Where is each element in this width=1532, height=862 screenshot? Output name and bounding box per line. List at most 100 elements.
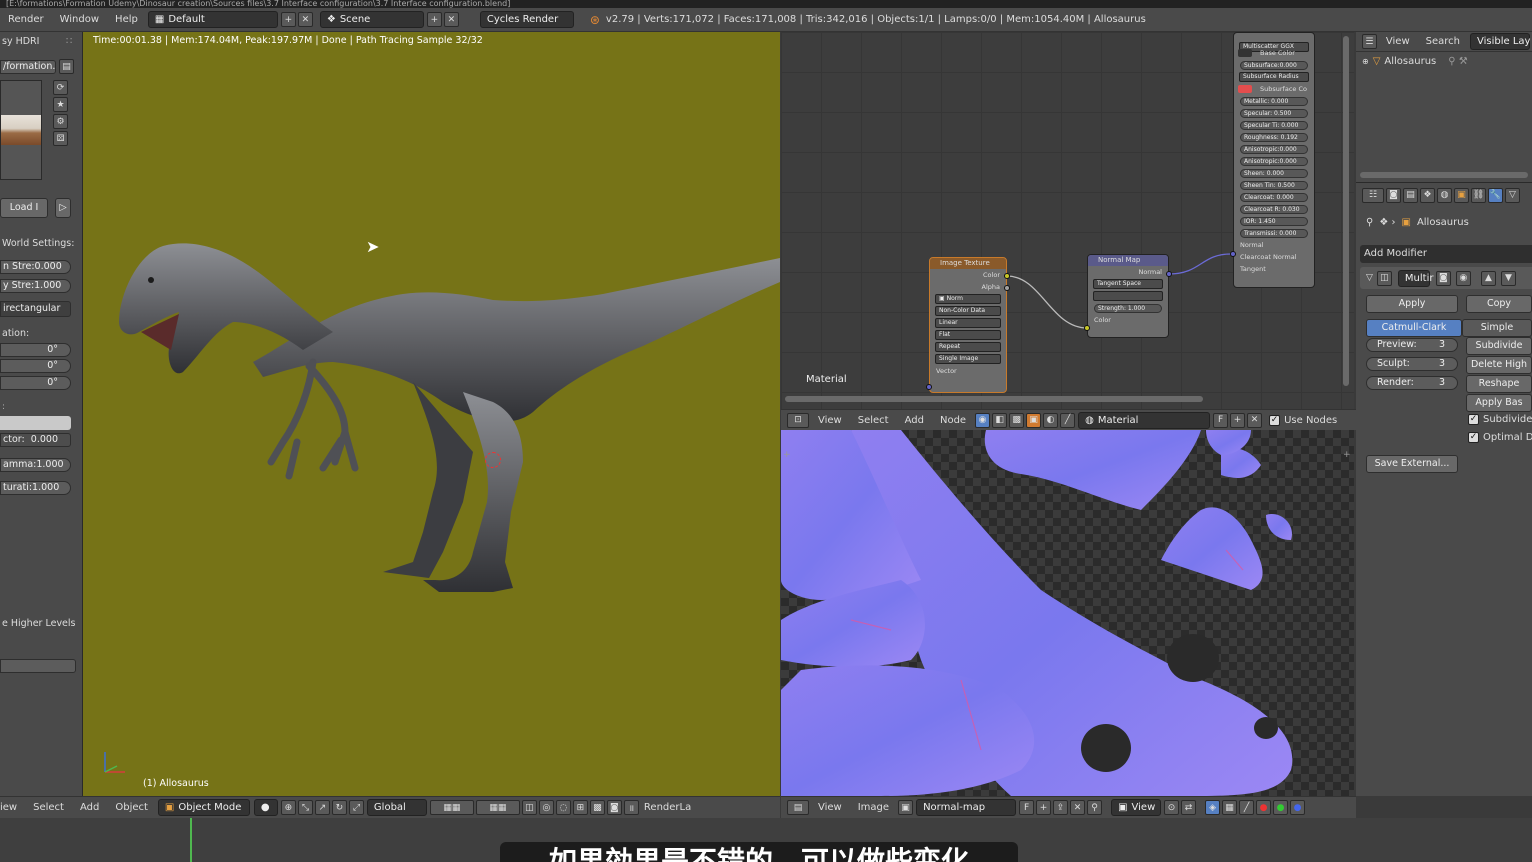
shader-nodes-icon[interactable]: ◉ [975,412,991,428]
outliner-row[interactable]: ⊕ ▽ Allosaurus ⚲ ⚒ [1362,56,1468,67]
specular-field[interactable]: Specular: 0.500 [1240,108,1308,118]
world-shader-icon[interactable]: ◐ [1043,412,1059,428]
saturation-field[interactable]: turati: 1.000 [0,481,71,495]
hdri-preview[interactable] [0,80,42,180]
new-image-button[interactable]: + [1036,800,1052,815]
text-field[interactable] [0,659,76,673]
factor-field[interactable]: ctor: 0.000 [0,433,71,447]
node-menu-add[interactable]: Add [897,415,932,426]
use-nodes-checkbox[interactable]: ✓ [1269,414,1281,426]
modifiers-tab-icon[interactable]: 🔧 [1488,187,1503,203]
normal-input-socket[interactable] [1230,251,1236,257]
subdivide-uvs-option[interactable]: ✓Subdivide U [1468,414,1532,425]
apply-button[interactable]: Apply [1366,295,1458,313]
roughness-field[interactable]: Roughness: 0.192 [1240,132,1308,142]
image-editor[interactable]: + + [781,430,1354,796]
sculpt-levels-field[interactable]: Sculpt: 3 [1366,357,1458,371]
sync-icon[interactable]: ⇄ [1181,800,1197,815]
subsurface-radius-select[interactable]: Subsurface Radius [1239,72,1309,82]
texture-nodes-icon[interactable]: ▩ [1009,412,1025,428]
3d-cursor-icon[interactable] [485,452,501,468]
line-style-icon[interactable]: ╱ [1060,412,1076,428]
menu-select[interactable]: Select [25,802,72,813]
layers-grid2-icon[interactable]: ▦▦ [475,800,520,815]
drag-grip-icon[interactable]: ∷ [66,36,72,47]
collapse-arrow-icon[interactable]: ▽ [1366,273,1373,283]
menu-window[interactable]: Window [52,14,107,25]
save-external-button[interactable]: Save External... [1366,455,1458,473]
rotate-icon[interactable]: ↻ [331,800,347,815]
add-layout-button[interactable]: + [280,12,296,27]
region-toggle-icon[interactable]: + [783,450,791,460]
image-name-field[interactable]: /formation... [0,60,56,74]
reshape-button[interactable]: Reshape [1466,375,1532,393]
outliner-menu-search[interactable]: Search [1418,36,1468,47]
unlink-image-button[interactable]: ✕ [1070,800,1086,815]
move-up-icon[interactable]: ▲ [1480,270,1496,286]
constraints-tab-icon[interactable]: ⛓ [1471,187,1486,203]
render-icon[interactable]: ▩ [589,800,605,815]
sheen-field[interactable]: Sheen: 0.000 [1240,168,1308,178]
scene-select[interactable]: ❖ Scene [319,11,424,28]
apply-base-button[interactable]: Apply Bas [1466,394,1532,412]
material-select[interactable]: ◍ Material [1078,411,1211,429]
uv-map-select[interactable] [1093,291,1163,301]
object-shader-icon[interactable]: ▣ [1026,412,1042,428]
image-name-field[interactable]: Normal-map [916,799,1017,816]
pin-context-icon[interactable]: ⚲ [1366,217,1373,228]
layers-grid-icon[interactable]: ▦▦ [429,800,474,815]
strength-field[interactable]: Strength: 1.000 [1094,303,1162,313]
subsurface-field[interactable]: Subsurface:0.000 [1240,60,1308,70]
vertical-scrollbar[interactable] [1343,36,1349,386]
region-toggle-right-icon[interactable]: + [1343,450,1351,460]
sky-strength-field[interactable]: y Stre: 1.000 [0,279,71,293]
projection-select[interactable]: Flat [935,330,1001,340]
manipulator-icon[interactable]: ⤡ [297,800,313,815]
normal-output-socket[interactable] [1166,271,1172,277]
open-image-button[interactable]: ⇪ [1053,800,1069,815]
world-tab-icon[interactable]: ◍ [1437,187,1452,203]
base-color-swatch[interactable] [1238,49,1252,57]
pin-icon[interactable]: ⚲ [1087,800,1103,815]
outliner-type-icon[interactable]: ☰ [1362,34,1377,49]
catmull-clark-button[interactable]: Catmull-Clark [1366,319,1462,337]
subdivide-button[interactable]: Subdivide [1466,337,1532,355]
channel-red-icon[interactable]: ● [1256,800,1272,815]
screen-layout-select[interactable]: ▦ Default [147,11,278,28]
mode-select[interactable]: ▣ Object Mode [157,799,250,816]
extension-select[interactable]: Repeat [935,342,1001,352]
mode-view-select[interactable]: ▣ View [1111,799,1162,816]
delete-higher-button[interactable]: Delete High [1466,356,1532,374]
subdivide-uvs-checkbox[interactable]: ✓ [1468,414,1479,425]
channels-z-icon[interactable]: ╱ [1239,800,1255,815]
channels-rgba-icon[interactable]: ◈ [1205,800,1221,815]
image-texture-node[interactable]: Image Texture Color Alpha ▣ Norm Non-Col… [929,257,1007,393]
dice-icon[interactable]: ⚄ [53,131,68,146]
properties-editor[interactable]: ☷ ◙ ▤ ❖ ◍ ▣ ⛓ 🔧 ▽ ⚲ ❖ › ▣ Allosaurus Add… [1356,182,1532,796]
horizontal-scrollbar[interactable] [785,396,1203,402]
specular-tint-field[interactable]: Specular Ti: 0.000 [1240,120,1308,130]
properties-type-icon[interactable]: ☷ [1362,187,1384,203]
image-fake-user-button[interactable]: F [1019,800,1035,815]
outliner-menu-view[interactable]: View [1378,36,1418,47]
scale-icon[interactable]: ⤢ [348,800,364,815]
menu-render[interactable]: Render [0,14,52,25]
optimal-display-option[interactable]: ✓ Optimal Di [1468,432,1532,443]
add-modifier-select[interactable]: Add Modifier [1360,245,1532,263]
color-output-socket[interactable] [1004,273,1010,279]
node-menu-node[interactable]: Node [932,415,974,426]
gear-icon[interactable]: ⚙ [53,114,68,129]
expand-icon[interactable]: ⊕ [1362,57,1369,66]
image-browse-button[interactable]: ▣ [898,800,914,815]
image-browse-icon[interactable]: ▤ [59,59,74,74]
playhead[interactable] [190,818,192,862]
base-color-row[interactable]: Base Color [1234,47,1314,59]
color-swatch[interactable] [0,416,71,430]
interpolation-select[interactable]: Linear [935,318,1001,328]
menu-add[interactable]: Add [72,802,107,813]
refresh-icon[interactable]: ⟳ [53,80,68,95]
play-icon[interactable]: ▷ [55,198,71,218]
channel-green-icon[interactable]: ● [1273,800,1289,815]
clearcoat-field[interactable]: Clearcoat: 0.000 [1240,192,1308,202]
sun-strength-field[interactable]: n Stre: 0.000 [0,260,71,274]
